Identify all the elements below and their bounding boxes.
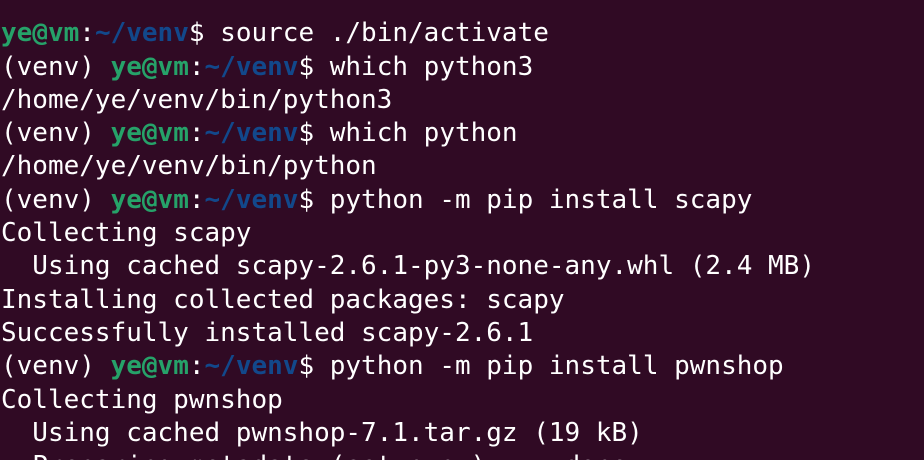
output-line: Installing collected packages: scapy	[1, 284, 815, 317]
prompt-symbol: $	[188, 18, 221, 49]
output-line: Using cached pwnshop-7.1.tar.gz (19 kB)	[1, 417, 815, 450]
output-text: Collecting pwnshop	[1, 384, 283, 415]
prompt-separator: :	[79, 18, 95, 49]
command-text[interactable]: which python3	[330, 52, 534, 82]
output-text: /home/ye/venv/bin/python3	[1, 84, 393, 115]
prompt-line: (venv) ye@vm:~/venv$ python -m pip insta…	[1, 184, 815, 217]
prompt-user: ye@vm	[110, 118, 189, 149]
prompt-path: ~/venv	[204, 118, 299, 149]
prompt-symbol: $	[298, 118, 330, 149]
output-line: Preparing metadata (setup.py) ... done	[1, 450, 815, 460]
output-line: Using cached scapy-2.6.1-py3-none-any.wh…	[1, 250, 815, 283]
output-text: Installing collected packages: scapy	[1, 284, 565, 315]
output-text: Collecting scapy	[1, 218, 252, 249]
output-line	[1, 0, 815, 17]
output-line: /home/ye/venv/bin/python	[1, 150, 815, 183]
prompt-line: ye@vm:~/venv$ source ./bin/activate	[1, 17, 815, 50]
prompt-line: (venv) ye@vm:~/venv$ which python3	[1, 51, 815, 84]
prompt-path: ~/venv	[204, 184, 299, 215]
venv-indicator: (venv)	[1, 118, 111, 149]
prompt-line: (venv) ye@vm:~/venv$ which python	[1, 117, 815, 150]
venv-indicator: (venv)	[1, 51, 111, 82]
output-text: Using cached pwnshop-7.1.tar.gz (19 kB)	[1, 417, 643, 448]
command-text[interactable]: source ./bin/activate	[220, 18, 549, 48]
output-text: Preparing metadata (setup.py) ... done	[1, 451, 627, 460]
prompt-separator: :	[188, 184, 205, 215]
prompt-path: ~/venv	[94, 18, 189, 49]
output-line: Successfully installed scapy-2.6.1	[1, 317, 815, 350]
output-line: Collecting pwnshop	[1, 384, 815, 417]
command-text[interactable]: python -m pip install scapy	[330, 185, 753, 215]
venv-indicator: (venv)	[1, 351, 111, 382]
output-text: Using cached scapy-2.6.1-py3-none-any.wh…	[1, 251, 815, 282]
prompt-separator: :	[188, 118, 205, 149]
prompt-separator: :	[188, 51, 205, 82]
prompt-user: ye@vm	[1, 18, 80, 49]
prompt-path: ~/venv	[204, 51, 299, 82]
output-text: Successfully installed scapy-2.6.1	[1, 317, 534, 348]
output-line: Collecting scapy	[1, 217, 815, 250]
output-text: /home/ye/venv/bin/python	[1, 151, 377, 182]
command-text[interactable]: python -m pip install pwnshop	[330, 351, 784, 381]
prompt-user: ye@vm	[110, 184, 189, 215]
prompt-symbol: $	[298, 184, 330, 215]
prompt-symbol: $	[298, 51, 330, 82]
terminal-output: ye@vm:~/venv$ source ./bin/activate (ven…	[1, 0, 815, 460]
terminal-window[interactable]: ye@vm:~/venv$ source ./bin/activate (ven…	[0, 0, 924, 460]
prompt-separator: :	[188, 351, 205, 382]
prompt-symbol: $	[298, 351, 330, 382]
output-line: /home/ye/venv/bin/python3	[1, 84, 815, 117]
venv-indicator: (venv)	[1, 184, 111, 215]
prompt-line: (venv) ye@vm:~/venv$ python -m pip insta…	[1, 350, 815, 383]
prompt-path: ~/venv	[204, 351, 299, 382]
command-text[interactable]: which python	[330, 118, 518, 148]
prompt-user: ye@vm	[110, 351, 189, 382]
prompt-user: ye@vm	[110, 51, 189, 82]
